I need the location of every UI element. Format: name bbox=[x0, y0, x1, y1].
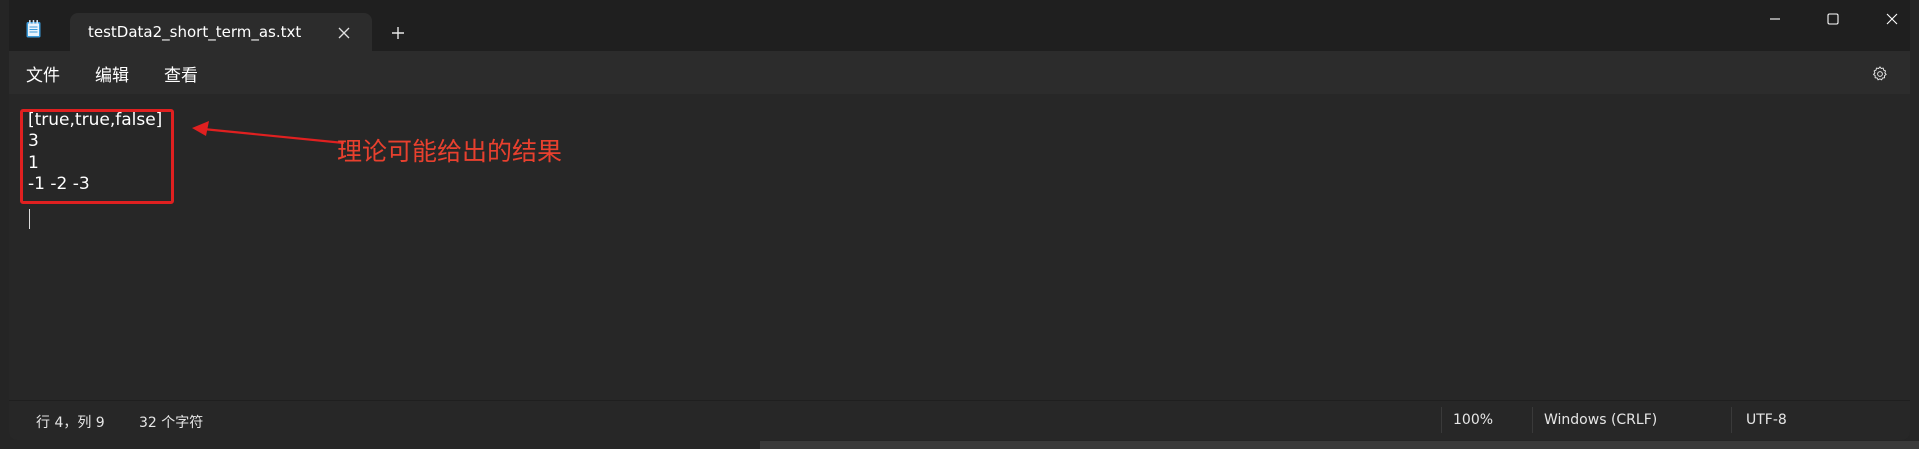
title-bar: testData2_short_term_as.txt bbox=[9, 0, 1910, 52]
status-divider bbox=[1532, 407, 1533, 433]
close-window-icon bbox=[1886, 13, 1898, 25]
settings-button[interactable] bbox=[1868, 62, 1892, 86]
plus-icon bbox=[392, 27, 404, 39]
new-tab-button[interactable] bbox=[385, 20, 411, 46]
status-divider bbox=[1441, 407, 1442, 433]
status-cursor-position[interactable]: 行 4，列 9 bbox=[36, 412, 105, 432]
tab-close-button[interactable] bbox=[334, 23, 354, 43]
status-bar: 行 4，列 9 32 个字符 100% Windows (CRLF) UTF-8 bbox=[9, 400, 1910, 440]
text-caret bbox=[29, 209, 30, 229]
close-window-button[interactable] bbox=[1863, 0, 1910, 38]
menu-bar: 文件 编辑 查看 bbox=[9, 51, 1910, 94]
close-icon bbox=[338, 27, 350, 39]
taskbar-edge bbox=[760, 441, 1919, 449]
minimize-icon bbox=[1770, 18, 1780, 20]
notepad-window: testData2_short_term_as.txt 文件 编辑 查看 [tr… bbox=[9, 0, 1910, 440]
menu-file[interactable]: 文件 bbox=[26, 61, 60, 86]
status-zoom[interactable]: 100% bbox=[1453, 412, 1493, 428]
annotation-arrow-icon bbox=[192, 121, 344, 145]
gear-icon bbox=[1873, 66, 1887, 81]
menu-edit[interactable]: 编辑 bbox=[95, 61, 129, 86]
maximize-button[interactable] bbox=[1804, 0, 1862, 38]
status-char-count: 32 个字符 bbox=[139, 415, 204, 431]
maximize-icon bbox=[1827, 13, 1839, 25]
tab-file[interactable]: testData2_short_term_as.txt bbox=[70, 13, 372, 52]
status-line-ending[interactable]: Windows (CRLF) bbox=[1544, 412, 1657, 428]
annotation-highlight-box bbox=[20, 109, 174, 204]
menu-view[interactable]: 查看 bbox=[164, 61, 198, 86]
annotation-text: 理论可能给出的结果 bbox=[337, 137, 563, 166]
tab-title: testData2_short_term_as.txt bbox=[88, 23, 302, 41]
notepad-icon bbox=[26, 20, 41, 38]
minimize-button[interactable] bbox=[1746, 0, 1804, 38]
status-divider bbox=[1731, 407, 1732, 433]
status-encoding[interactable]: UTF-8 bbox=[1746, 412, 1787, 428]
text-editor[interactable]: [true,true,false] 3 1 -1 -2 -3 理论可能给出的结果 bbox=[9, 94, 1910, 400]
